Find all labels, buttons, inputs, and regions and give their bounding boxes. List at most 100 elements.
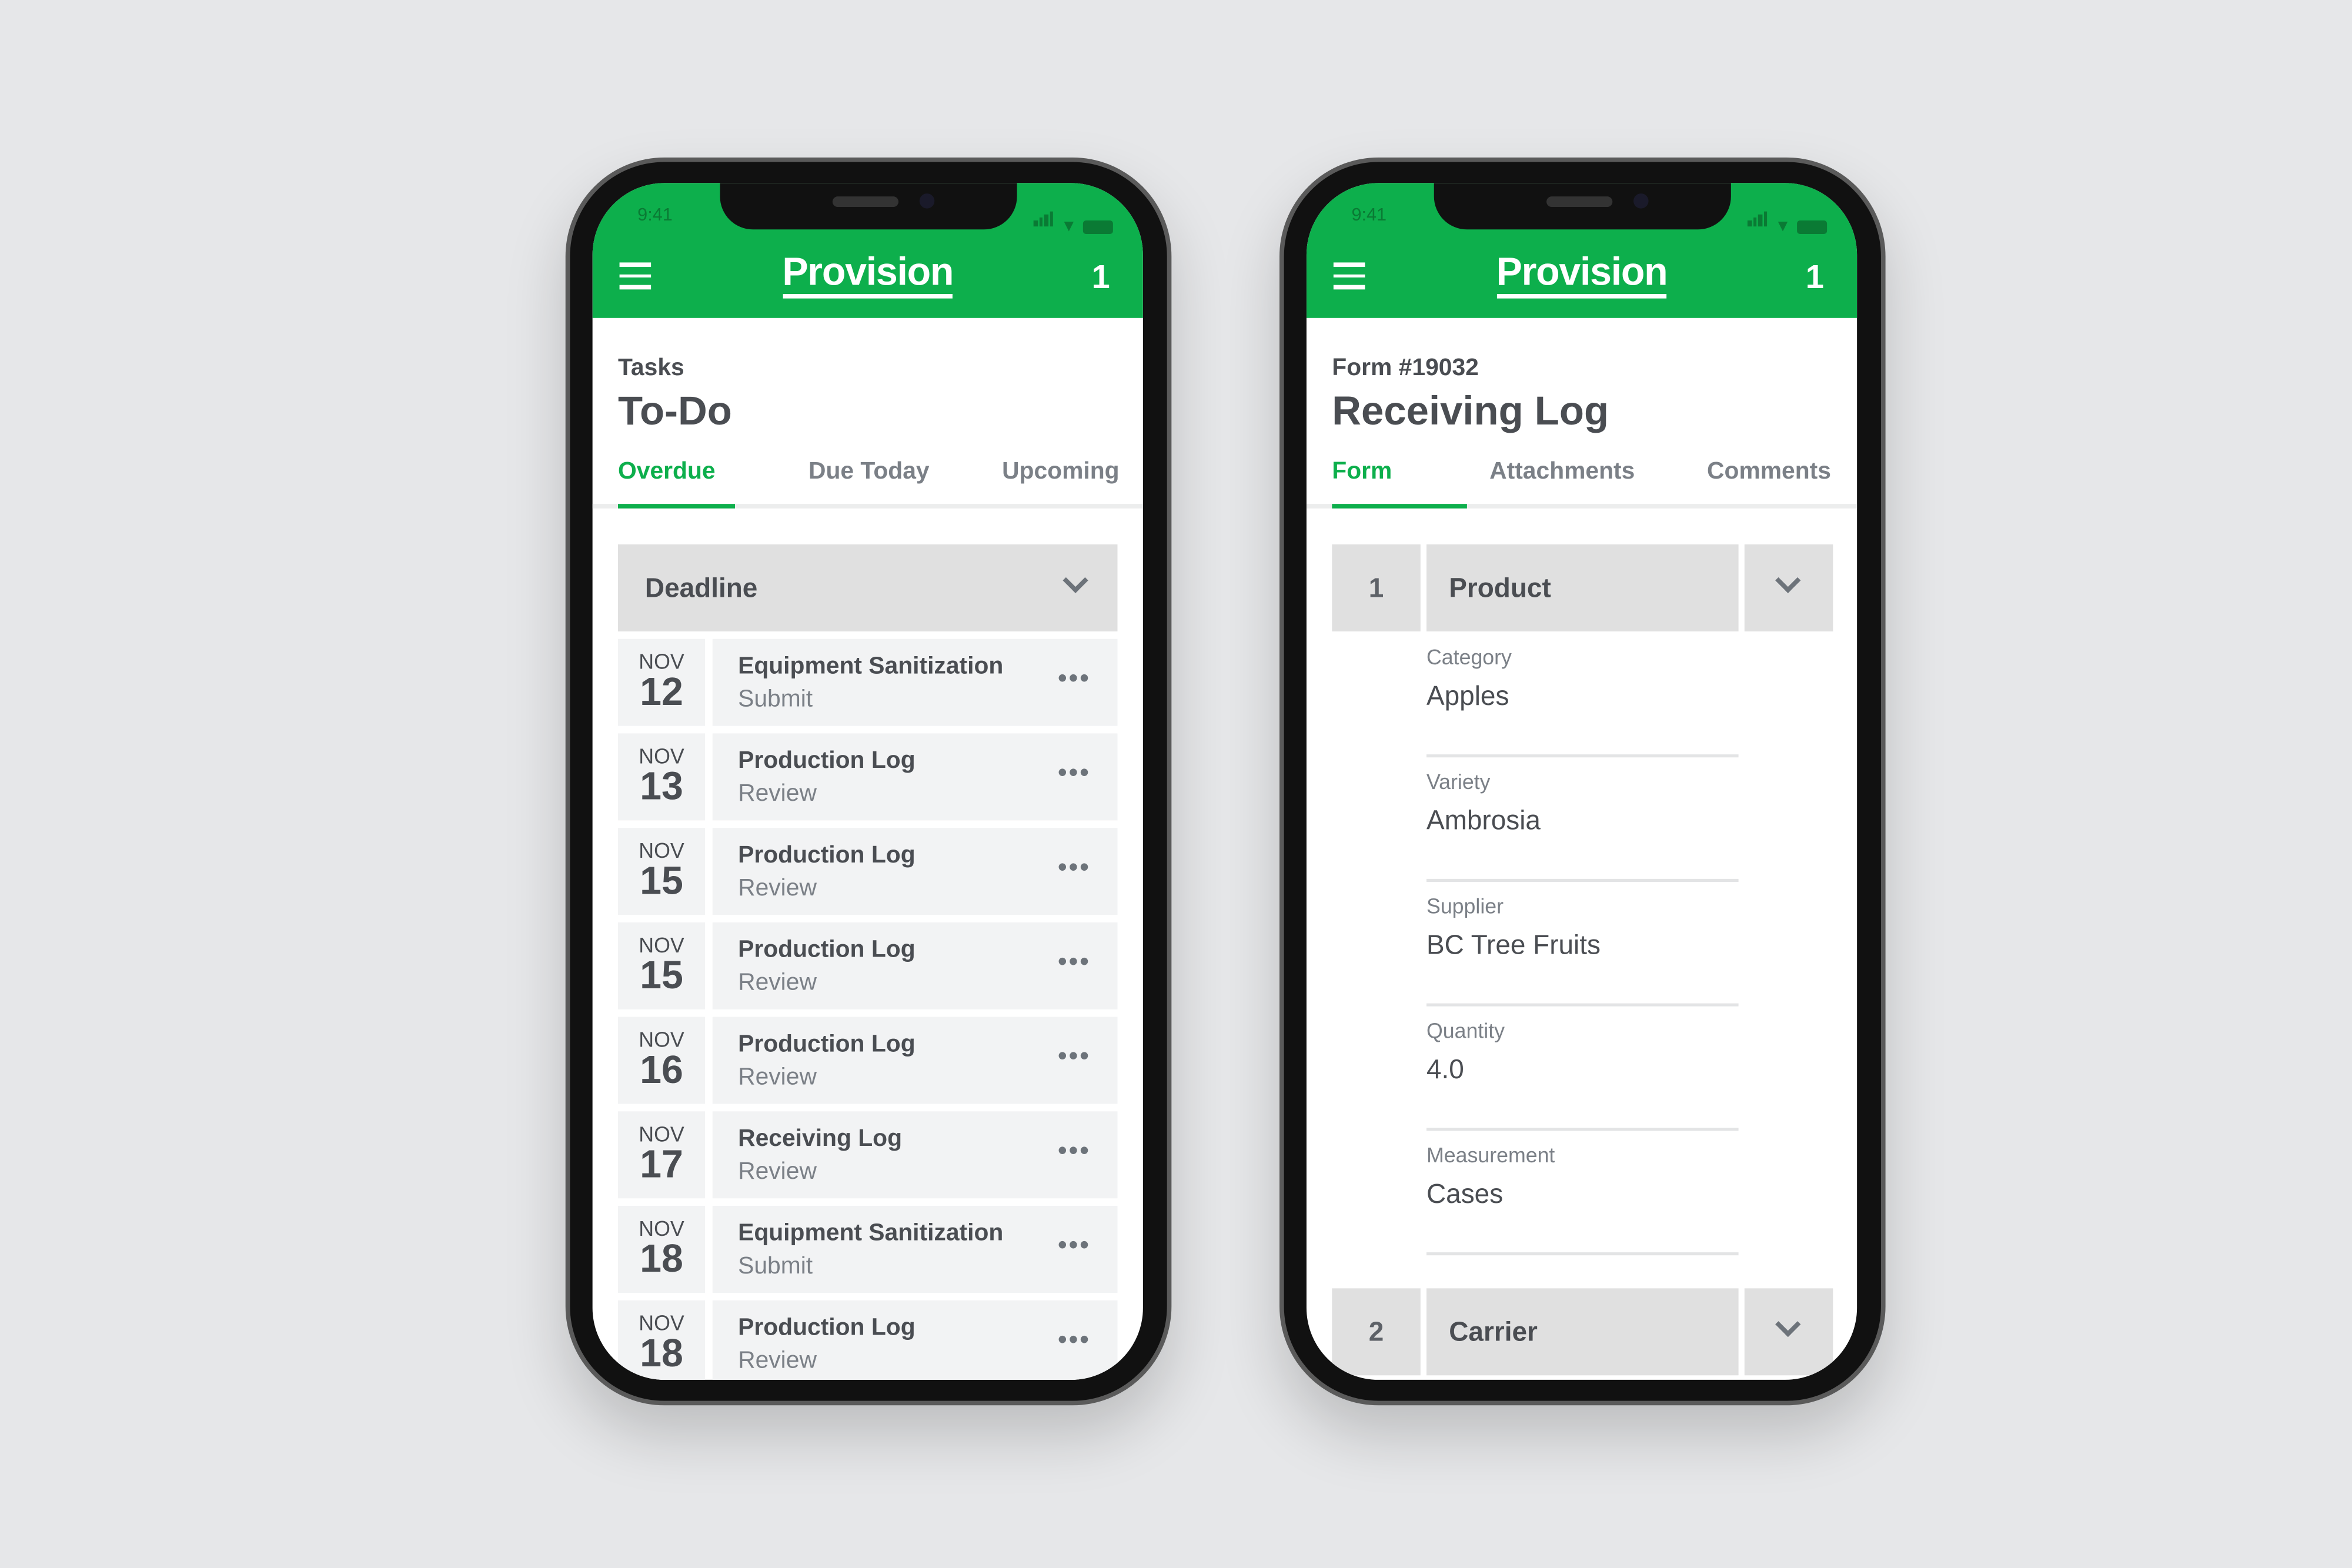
status-time: 9:41 xyxy=(637,203,673,225)
active-tab-indicator xyxy=(618,504,735,509)
page-title: To-Do xyxy=(618,388,732,434)
section-toggle[interactable] xyxy=(1744,544,1833,631)
tab-bar: Form Attachments Comments xyxy=(1306,459,1857,509)
tab-comments[interactable]: Comments xyxy=(1707,459,1831,486)
stage: 9:41 ▼ Provision 1 Tasks To-Do Overdue Due… xyxy=(0,0,2352,1568)
tab-bar: Overdue Due Today Upcoming xyxy=(592,459,1143,509)
task-name: Production Log xyxy=(738,1032,916,1058)
section-title: Product xyxy=(1426,544,1739,631)
task-action: Submit xyxy=(738,687,813,713)
task-date: NOV 12 xyxy=(618,638,705,726)
chevron-down-icon xyxy=(1063,567,1088,593)
screen: 9:41 ▼ Provision 1 Form #19032 Receiving… xyxy=(1306,183,1857,1380)
more-options-icon[interactable]: ••• xyxy=(1058,1325,1091,1356)
field-value[interactable]: 4.0 xyxy=(1426,1054,1464,1086)
tab-due-today[interactable]: Due Today xyxy=(808,459,930,486)
task-item[interactable]: NOV 13 Production Log Review ••• xyxy=(618,733,1118,821)
task-item[interactable]: NOV 16 Production Log Review ••• xyxy=(618,1017,1118,1104)
task-day: 18 xyxy=(640,1330,683,1376)
more-options-icon[interactable]: ••• xyxy=(1058,757,1091,789)
task-date: NOV 16 xyxy=(618,1017,705,1104)
task-date: NOV 18 xyxy=(618,1206,705,1293)
sort-label: Deadline xyxy=(644,573,758,603)
task-day: 13 xyxy=(640,763,683,808)
logo[interactable]: Provision xyxy=(593,249,1143,299)
section-number: 1 xyxy=(1332,544,1421,631)
form-field-category[interactable]: Category Apples xyxy=(1426,633,1739,758)
task-day: 18 xyxy=(640,1236,683,1281)
task-item[interactable]: NOV 12 Equipment Sanitization Submit ••• xyxy=(618,638,1118,726)
more-options-icon[interactable]: ••• xyxy=(1058,1135,1091,1167)
more-options-icon[interactable]: ••• xyxy=(1058,947,1091,978)
page-subtitle: Tasks xyxy=(618,355,684,381)
task-date: NOV 15 xyxy=(618,922,705,1009)
task-item[interactable]: NOV 15 Production Log Review ••• xyxy=(618,922,1118,1009)
tab-form[interactable]: Form xyxy=(1332,459,1392,486)
task-date: NOV 17 xyxy=(618,1111,705,1199)
status-time: 9:41 xyxy=(1351,203,1387,225)
task-action: Review xyxy=(738,970,817,996)
section-title: Carrier xyxy=(1426,1288,1739,1376)
field-value[interactable]: Cases xyxy=(1426,1179,1503,1211)
task-name: Production Log xyxy=(738,937,916,963)
sort-dropdown[interactable]: Deadline xyxy=(618,544,1118,631)
chevron-down-icon xyxy=(1775,1311,1801,1338)
field-label: Supplier xyxy=(1426,894,1504,918)
status-icons: ▼ xyxy=(1748,207,1828,236)
form-field-measurement[interactable]: Measurement Cases xyxy=(1426,1131,1739,1256)
signal-icon xyxy=(1033,207,1055,234)
field-value[interactable]: Ambrosia xyxy=(1426,805,1541,837)
task-day: 12 xyxy=(640,668,683,714)
notch xyxy=(720,183,1017,230)
form-field-quantity[interactable]: Quantity 4.0 xyxy=(1426,1007,1739,1131)
tab-upcoming[interactable]: Upcoming xyxy=(1002,459,1120,486)
notification-badge[interactable]: 1 xyxy=(1091,258,1110,297)
task-item[interactable]: NOV 18 Production Log Review ••• xyxy=(618,1300,1118,1380)
more-options-icon[interactable]: ••• xyxy=(1058,663,1091,695)
field-label: Measurement xyxy=(1426,1142,1555,1167)
task-item[interactable]: NOV 15 Production Log Review ••• xyxy=(618,828,1118,915)
task-action: Review xyxy=(738,1065,817,1091)
section-toggle[interactable] xyxy=(1744,1288,1833,1376)
task-date: NOV 15 xyxy=(618,828,705,915)
task-action: Review xyxy=(738,875,817,902)
task-day: 15 xyxy=(640,858,683,903)
signal-icon xyxy=(1748,207,1769,234)
task-date: NOV 18 xyxy=(618,1300,705,1380)
phone-form: 9:41 ▼ Provision 1 Form #19032 Receiving… xyxy=(1279,157,1886,1406)
task-item[interactable]: NOV 17 Receiving Log Review ••• xyxy=(618,1111,1118,1199)
task-day: 17 xyxy=(640,1141,683,1186)
task-name: Equipment Sanitization xyxy=(738,1221,1004,1246)
more-options-icon[interactable]: ••• xyxy=(1058,852,1091,884)
form-number: Form #19032 xyxy=(1332,355,1479,381)
tab-overdue[interactable]: Overdue xyxy=(618,459,716,486)
tab-attachments[interactable]: Attachments xyxy=(1489,459,1635,486)
form-field-supplier[interactable]: Supplier BC Tree Fruits xyxy=(1426,882,1739,1007)
task-name: Receiving Log xyxy=(738,1126,903,1152)
field-value[interactable]: BC Tree Fruits xyxy=(1426,930,1601,962)
status-icons: ▼ xyxy=(1033,207,1113,236)
task-item[interactable]: NOV 18 Equipment Sanitization Submit ••• xyxy=(618,1206,1118,1293)
wifi-icon: ▼ xyxy=(1775,217,1791,236)
field-label: Variety xyxy=(1426,769,1491,794)
screen: 9:41 ▼ Provision 1 Tasks To-Do Overdue Due… xyxy=(592,183,1143,1380)
wifi-icon: ▼ xyxy=(1060,217,1077,236)
battery-icon xyxy=(1797,220,1828,234)
task-day: 16 xyxy=(640,1047,683,1092)
more-options-icon[interactable]: ••• xyxy=(1058,1230,1091,1262)
task-name: Equipment Sanitization xyxy=(738,654,1004,680)
task-name: Production Log xyxy=(738,1315,916,1341)
notch xyxy=(1434,183,1731,230)
logo[interactable]: Provision xyxy=(1307,249,1857,299)
task-day: 15 xyxy=(640,952,683,998)
section-number: 2 xyxy=(1332,1288,1421,1376)
phone-tasks: 9:41 ▼ Provision 1 Tasks To-Do Overdue Due… xyxy=(565,157,1172,1406)
more-options-icon[interactable]: ••• xyxy=(1058,1041,1091,1072)
task-date: NOV 13 xyxy=(618,733,705,821)
form-field-variety[interactable]: Variety Ambrosia xyxy=(1426,757,1739,882)
active-tab-indicator xyxy=(1332,504,1467,509)
notification-badge[interactable]: 1 xyxy=(1806,258,1824,297)
chevron-down-icon xyxy=(1775,567,1801,593)
field-value[interactable]: Apples xyxy=(1426,681,1509,713)
battery-icon xyxy=(1083,220,1113,234)
